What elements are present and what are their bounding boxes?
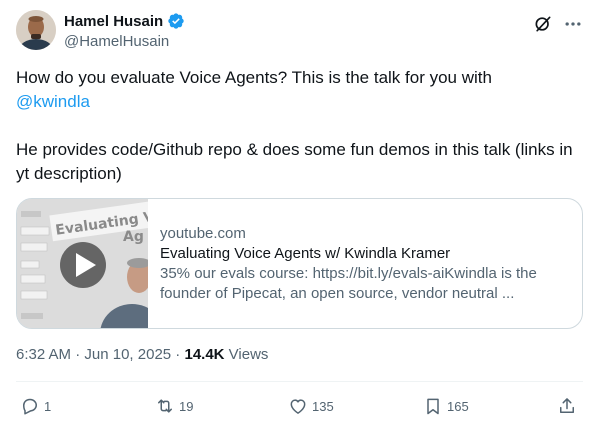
tweet-metadata: 6:32 AM · Jun 10, 2025 · 14.4K Views	[16, 346, 268, 363]
card-domain: youtube.com	[160, 224, 246, 242]
link-preview-card[interactable]: Evaluating V Ag youtube.com Evaluating V…	[16, 198, 583, 329]
separator: ·	[171, 346, 185, 363]
action-bar: 1 19 135 165	[16, 396, 583, 420]
heart-icon	[290, 399, 306, 414]
reply-icon	[23, 398, 37, 415]
like-button[interactable]: 135	[288, 396, 334, 416]
bookmark-icon	[427, 398, 439, 415]
tweet-text: How do you evaluate Voice Agents? This i…	[16, 66, 583, 186]
bookmark-button[interactable]: 165	[423, 396, 469, 416]
bookmark-count: 165	[447, 398, 469, 414]
tweet-date[interactable]: Jun 10, 2025	[84, 346, 171, 363]
reply-button[interactable]: 1	[20, 396, 51, 416]
author-name[interactable]: Hamel Husain	[64, 13, 163, 30]
tweet-line-1: How do you evaluate Voice Agents? This i…	[16, 68, 492, 87]
repost-count: 19	[179, 398, 194, 414]
video-thumbnail[interactable]: Evaluating V Ag	[17, 199, 148, 328]
repost-icon	[158, 399, 172, 413]
separator: ·	[71, 346, 85, 363]
verified-badge-icon	[168, 13, 184, 29]
reply-count: 1	[44, 398, 52, 414]
avatar[interactable]	[16, 10, 56, 50]
author-handle[interactable]: @HamelHusain	[64, 33, 185, 50]
tweet-line-2: He provides code/Github repo & does some…	[16, 140, 573, 183]
repost-button[interactable]: 19	[155, 396, 193, 416]
card-title: Evaluating Voice Agents w/ Kwindla Krame…	[160, 244, 451, 262]
share-icon	[560, 398, 574, 413]
like-count: 135	[312, 398, 334, 414]
grok-icon[interactable]	[533, 14, 553, 34]
mention-link[interactable]: @kwindla	[16, 92, 90, 111]
tweet-header: Hamel Husain @HamelHusain	[16, 10, 583, 54]
views-count: 14.4K	[184, 346, 225, 363]
card-description: 35% our evals course: https://bit.ly/eva…	[160, 264, 537, 302]
share-button[interactable]	[557, 396, 577, 416]
tweet-time[interactable]: 6:32 AM	[16, 346, 71, 363]
divider	[16, 381, 583, 382]
thumbnail-title-2: Ag	[123, 229, 144, 245]
views-label: Views	[224, 346, 269, 363]
more-options-icon[interactable]	[563, 14, 583, 34]
